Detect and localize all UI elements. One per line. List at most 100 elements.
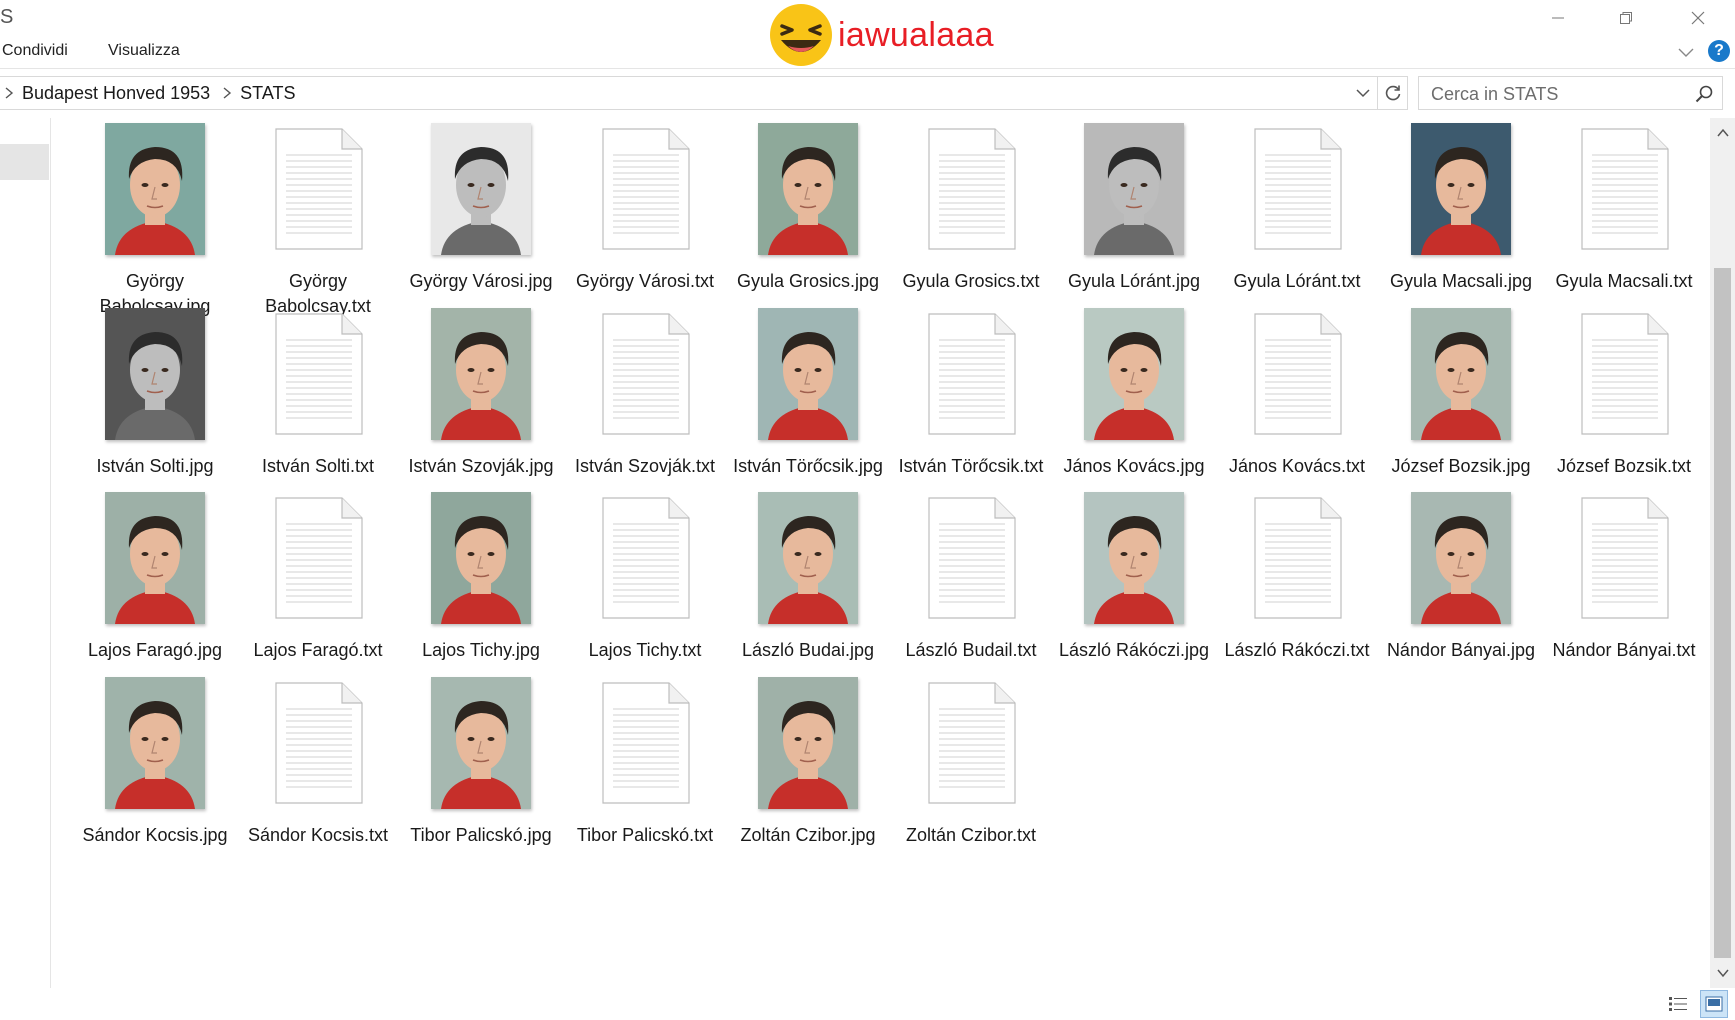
file-thumbnail[interactable] [1544,490,1704,625]
file-thumbnail[interactable] [401,675,561,810]
address-history-button[interactable] [1349,77,1377,109]
file-item[interactable]: Sándor Kocsis.jpg [75,675,235,875]
file-item[interactable]: László Budail.txt [891,490,1051,690]
help-button[interactable]: ? [1708,40,1730,62]
file-thumbnail[interactable] [401,306,561,441]
file-item[interactable]: József Bozsik.txt [1544,306,1704,506]
file-thumbnail[interactable] [75,306,235,441]
file-item[interactable]: Lajos Tichy.txt [565,490,725,690]
file-thumbnail[interactable] [891,490,1051,625]
vertical-scrollbar[interactable] [1710,118,1735,988]
file-thumbnail[interactable] [1054,490,1214,625]
file-item[interactable]: Gyula Grosics.txt [891,121,1051,321]
file-thumbnail[interactable] [238,306,398,441]
file-thumbnail[interactable] [565,490,725,625]
file-item[interactable]: László Rákóczi.txt [1217,490,1377,690]
file-thumbnail[interactable] [1381,121,1541,256]
file-item[interactable]: György Babolcsay.jpg [75,121,235,321]
search-icon[interactable] [1694,84,1714,104]
file-item[interactable]: Tibor Palicskó.jpg [401,675,561,875]
file-thumbnail[interactable] [401,121,561,256]
tab-visualizza[interactable]: Visualizza [102,40,186,62]
file-item[interactable]: József Bozsik.jpg [1381,306,1541,506]
scroll-up-button[interactable] [1710,122,1735,144]
restore-button[interactable] [1592,0,1660,36]
chevron-right-icon[interactable] [0,76,18,110]
file-thumbnail[interactable] [728,675,888,810]
file-thumbnail[interactable] [401,490,561,625]
scroll-down-button[interactable] [1710,962,1735,984]
file-thumbnail[interactable] [238,121,398,256]
file-thumbnail[interactable] [75,121,235,256]
file-thumbnail[interactable] [565,121,725,256]
file-thumbnail[interactable] [1054,306,1214,441]
file-item[interactable]: István Solti.jpg [75,306,235,506]
file-item[interactable]: Gyula Macsali.jpg [1381,121,1541,321]
file-item[interactable]: László Budai.jpg [728,490,888,690]
breadcrumb-budapest-honved-1953[interactable]: Budapest Honved 1953 [18,83,218,104]
address-bar[interactable]: Budapest Honved 1953 STATS [0,76,1378,110]
file-item[interactable]: Gyula Macsali.txt [1544,121,1704,321]
file-item[interactable]: György Városi.jpg [401,121,561,321]
chevron-right-icon[interactable] [218,76,236,110]
file-thumbnail[interactable] [565,306,725,441]
file-item[interactable]: János Kovács.txt [1217,306,1377,506]
file-item[interactable]: Nándor Bányai.jpg [1381,490,1541,690]
text-document-icon [275,127,363,250]
navigation-pane-selected-item[interactable] [0,144,49,180]
file-thumbnail[interactable] [1381,306,1541,441]
search-box[interactable] [1418,76,1723,111]
file-thumbnail[interactable] [1217,121,1377,256]
large-icons-view-button[interactable] [1700,990,1728,1018]
file-thumbnail[interactable] [1217,306,1377,441]
file-item[interactable]: Zoltán Czibor.jpg [728,675,888,875]
file-item[interactable]: János Kovács.jpg [1054,306,1214,506]
file-thumbnail[interactable] [891,306,1051,441]
file-thumbnail[interactable] [1544,121,1704,256]
file-item[interactable]: István Szovják.jpg [401,306,561,506]
file-item[interactable]: László Rákóczi.jpg [1054,490,1214,690]
navigation-pane[interactable] [0,118,51,988]
details-view-button[interactable] [1666,992,1690,1016]
close-button[interactable] [1664,0,1732,36]
file-item[interactable]: Sándor Kocsis.txt [238,675,398,875]
file-thumbnail[interactable] [891,121,1051,256]
file-thumbnail[interactable] [728,490,888,625]
file-thumbnail[interactable] [728,306,888,441]
file-item[interactable]: István Solti.txt [238,306,398,506]
file-item[interactable]: Gyula Lóránt.txt [1217,121,1377,321]
file-item[interactable]: Gyula Grosics.jpg [728,121,888,321]
breadcrumb-stats[interactable]: STATS [236,83,303,104]
tab-condividi[interactable]: Condividi [0,40,74,62]
file-item[interactable]: István Törőcsik.jpg [728,306,888,506]
scrollbar-thumb[interactable] [1714,268,1731,958]
file-item[interactable]: Lajos Faragó.jpg [75,490,235,690]
file-item[interactable]: György Babolcsay.txt [238,121,398,321]
file-item[interactable]: Lajos Tichy.jpg [401,490,561,690]
file-item[interactable]: Nándor Bányai.txt [1544,490,1704,690]
file-thumbnail[interactable] [565,675,725,810]
file-thumbnail[interactable] [891,675,1051,810]
file-thumbnail[interactable] [1381,490,1541,625]
image-thumbnail [431,676,531,809]
file-thumbnail[interactable] [75,675,235,810]
file-thumbnail[interactable] [238,490,398,625]
file-item[interactable]: Tibor Palicskó.txt [565,675,725,875]
file-item[interactable]: Gyula Lóránt.jpg [1054,121,1214,321]
file-thumbnail[interactable] [1054,121,1214,256]
file-thumbnail[interactable] [238,675,398,810]
file-thumbnail[interactable] [1217,490,1377,625]
file-item[interactable]: György Városi.txt [565,121,725,321]
minimize-button[interactable] [1524,0,1592,36]
file-thumbnail[interactable] [75,490,235,625]
file-item[interactable]: Lajos Faragó.txt [238,490,398,690]
file-item[interactable]: István Törőcsik.txt [891,306,1051,506]
file-item[interactable]: Zoltán Czibor.txt [891,675,1051,875]
refresh-button[interactable] [1378,76,1408,110]
file-thumbnail[interactable] [1544,306,1704,441]
file-list[interactable]: György Babolcsay.jpg György Babolcsay.txt… [52,118,1708,988]
search-input[interactable] [1429,77,1683,111]
file-item[interactable]: István Szovják.txt [565,306,725,506]
file-thumbnail[interactable] [728,121,888,256]
chevron-down-icon[interactable] [1676,42,1696,62]
